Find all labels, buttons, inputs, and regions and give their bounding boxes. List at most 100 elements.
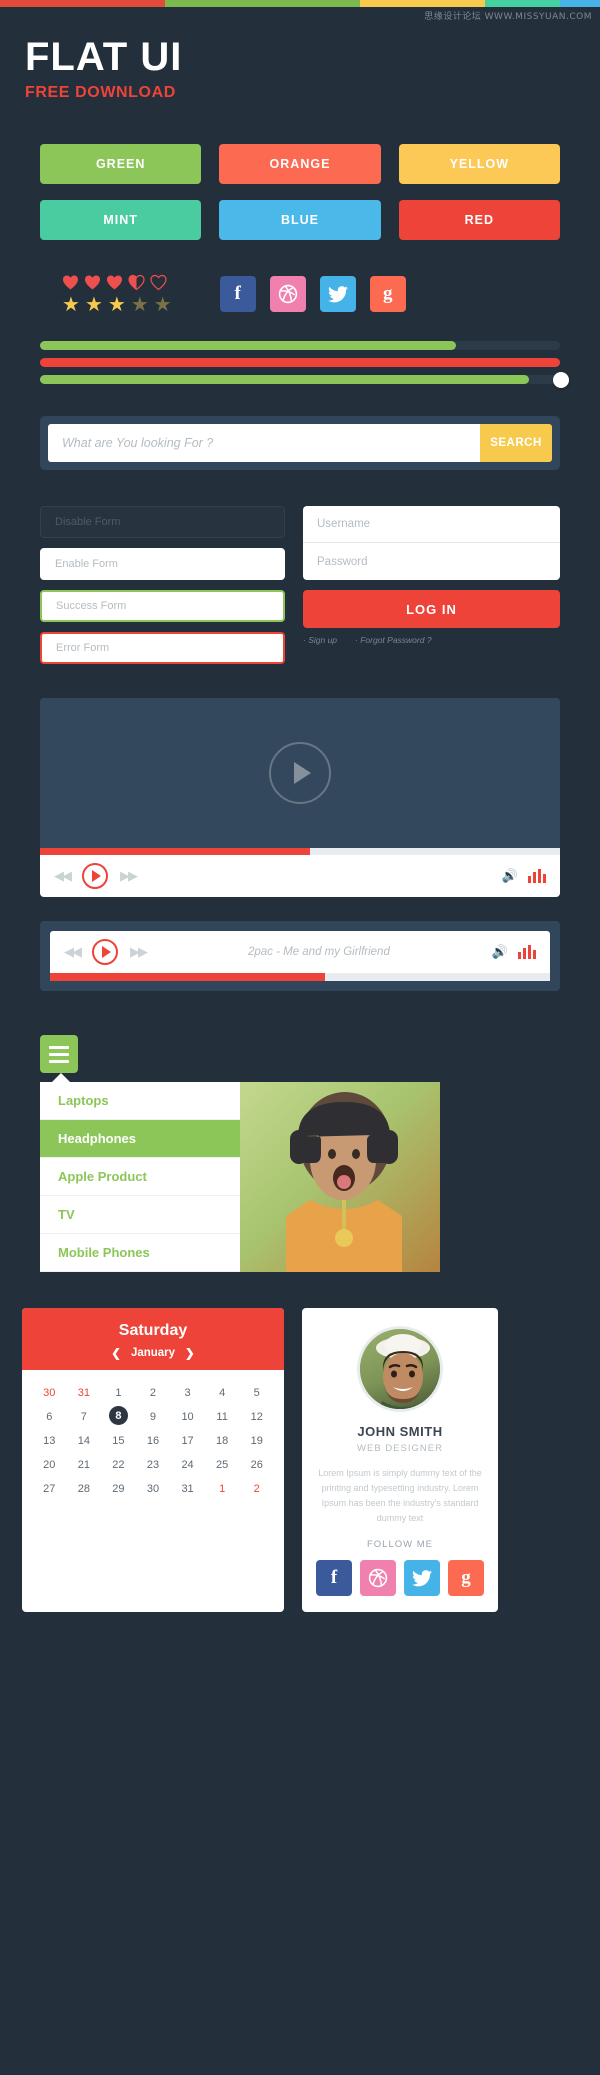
play-icon[interactable] (82, 863, 108, 889)
heart-icon[interactable] (62, 274, 79, 291)
calendar-day[interactable]: 30 (136, 1478, 171, 1500)
username-field[interactable]: Username (303, 506, 560, 543)
star-icon[interactable]: ★ (131, 295, 149, 315)
menu-item-mobile-phones[interactable]: Mobile Phones (40, 1234, 240, 1272)
calendar-day[interactable]: 14 (67, 1430, 102, 1452)
facebook-icon[interactable]: f (219, 276, 256, 312)
slider-knob[interactable] (553, 371, 569, 388)
rewind-icon[interactable]: ◀◀ (54, 868, 72, 884)
button-yellow[interactable]: YELLOW (398, 144, 560, 184)
calendar-day[interactable]: 9 (136, 1406, 171, 1428)
forgot-password-link[interactable]: · Forgot Password ? (355, 635, 432, 645)
volume-icon[interactable]: 🔊 (502, 868, 518, 884)
calendar-today[interactable]: 8 (108, 1406, 128, 1425)
calendar-day[interactable]: 23 (136, 1454, 171, 1476)
calendar-day[interactable]: 2 (136, 1382, 171, 1404)
search-input[interactable] (48, 424, 480, 462)
calendar-day[interactable]: 10 (170, 1406, 205, 1428)
green-progress-track[interactable] (40, 341, 560, 350)
calendar-day[interactable]: 4 (205, 1382, 240, 1404)
big-play-icon[interactable] (269, 742, 331, 804)
video-screen[interactable] (40, 698, 560, 848)
red-progress-track[interactable] (40, 358, 560, 367)
button-blue[interactable]: BLUE (219, 200, 381, 240)
login-button[interactable]: LOG IN (303, 590, 560, 628)
password-field[interactable]: Password (303, 543, 560, 580)
sign-up-link[interactable]: · Sign up (303, 635, 337, 645)
forward-icon[interactable]: ▶▶ (120, 868, 138, 884)
star-icon[interactable]: ★ (62, 295, 80, 315)
calendar-day[interactable]: 13 (32, 1430, 67, 1452)
heart-rating[interactable] (62, 274, 172, 291)
chevron-right-icon[interactable]: ❯ (185, 1346, 195, 1360)
audio-rewind-icon[interactable]: ◀◀ (64, 944, 82, 960)
calendar-day[interactable]: 25 (205, 1454, 240, 1476)
search-button[interactable]: SEARCH (480, 424, 552, 462)
dribbble-icon[interactable] (360, 1560, 396, 1597)
dribbble-icon[interactable] (269, 276, 306, 312)
calendar-day[interactable]: 17 (170, 1430, 205, 1452)
heart-icon[interactable] (128, 274, 145, 291)
star-rating[interactable]: ★ ★ ★ ★ ★ (62, 295, 172, 315)
category-panel: Laptops Headphones Apple Product TV Mobile P… (40, 1082, 440, 1272)
form-state-list: Disable Form Enable Form Success Form Error… (40, 506, 285, 664)
menu-item-headphones[interactable]: Headphones (40, 1120, 240, 1158)
star-icon[interactable]: ★ (154, 295, 172, 315)
heart-icon[interactable] (106, 274, 123, 291)
calendar-day[interactable]: 20 (32, 1454, 67, 1476)
calendar-day[interactable]: 18 (205, 1430, 240, 1452)
green-slider-track[interactable] (40, 371, 569, 388)
calendar-day[interactable]: 5 (239, 1382, 274, 1404)
calendar-day[interactable]: 27 (32, 1478, 67, 1500)
error-form[interactable]: Error Form (40, 632, 285, 664)
audio-progress-track[interactable] (50, 973, 550, 981)
calendar-day[interactable]: 1 (101, 1382, 136, 1404)
star-icon[interactable]: ★ (108, 295, 126, 315)
calendar-day[interactable]: 7 (67, 1406, 102, 1428)
button-orange[interactable]: ORANGE (219, 144, 381, 184)
calendar-day[interactable]: 3 (170, 1382, 205, 1404)
calendar-day[interactable]: 31 (170, 1478, 205, 1500)
green-progress-fill (40, 341, 456, 350)
calendar-day[interactable]: 11 (205, 1406, 240, 1428)
calendar-day[interactable]: 12 (239, 1406, 274, 1428)
success-form[interactable]: Success Form (40, 590, 285, 622)
calendar-day[interactable]: 30 (32, 1382, 67, 1404)
menu-item-apple-product[interactable]: Apple Product (40, 1158, 240, 1196)
calendar-day[interactable]: 15 (101, 1430, 136, 1452)
button-green[interactable]: GREEN (40, 144, 202, 184)
chevron-left-icon[interactable]: ❮ (111, 1346, 121, 1360)
calendar-day[interactable]: 21 (67, 1454, 102, 1476)
enable-form[interactable]: Enable Form (40, 548, 285, 580)
calendar-day[interactable]: 29 (101, 1478, 136, 1500)
audio-forward-icon[interactable]: ▶▶ (130, 944, 148, 960)
button-red[interactable]: RED (398, 200, 560, 240)
audio-play-icon[interactable] (92, 939, 118, 965)
menu-item-laptops[interactable]: Laptops (40, 1082, 240, 1120)
google-plus-icon[interactable]: g (448, 1560, 484, 1597)
calendar-day[interactable]: 16 (136, 1430, 171, 1452)
calendar-day[interactable]: 31 (67, 1382, 102, 1404)
twitter-icon[interactable] (404, 1560, 440, 1597)
google-plus-icon[interactable]: g (369, 276, 406, 312)
twitter-icon[interactable] (319, 276, 356, 312)
disable-form: Disable Form (40, 506, 285, 538)
calendar-day[interactable]: 22 (101, 1454, 136, 1476)
calendar-day[interactable]: 24 (170, 1454, 205, 1476)
calendar-day[interactable]: 6 (32, 1406, 67, 1428)
star-icon[interactable]: ★ (85, 295, 103, 315)
menu-item-tv[interactable]: TV (40, 1196, 240, 1234)
strip-green (165, 0, 360, 7)
calendar-day[interactable]: 2 (239, 1478, 274, 1500)
calendar-day[interactable]: 26 (239, 1454, 274, 1476)
facebook-icon[interactable]: f (316, 1560, 352, 1597)
calendar-day[interactable]: 28 (67, 1478, 102, 1500)
heart-icon[interactable] (84, 274, 101, 291)
video-progress-track[interactable] (40, 848, 560, 855)
heart-icon[interactable] (150, 274, 167, 291)
hamburger-icon[interactable] (40, 1035, 78, 1073)
audio-volume-icon[interactable]: 🔊 (492, 944, 508, 960)
calendar-day[interactable]: 1 (205, 1478, 240, 1500)
button-mint[interactable]: MINT (40, 200, 202, 240)
calendar-day[interactable]: 19 (239, 1430, 274, 1452)
